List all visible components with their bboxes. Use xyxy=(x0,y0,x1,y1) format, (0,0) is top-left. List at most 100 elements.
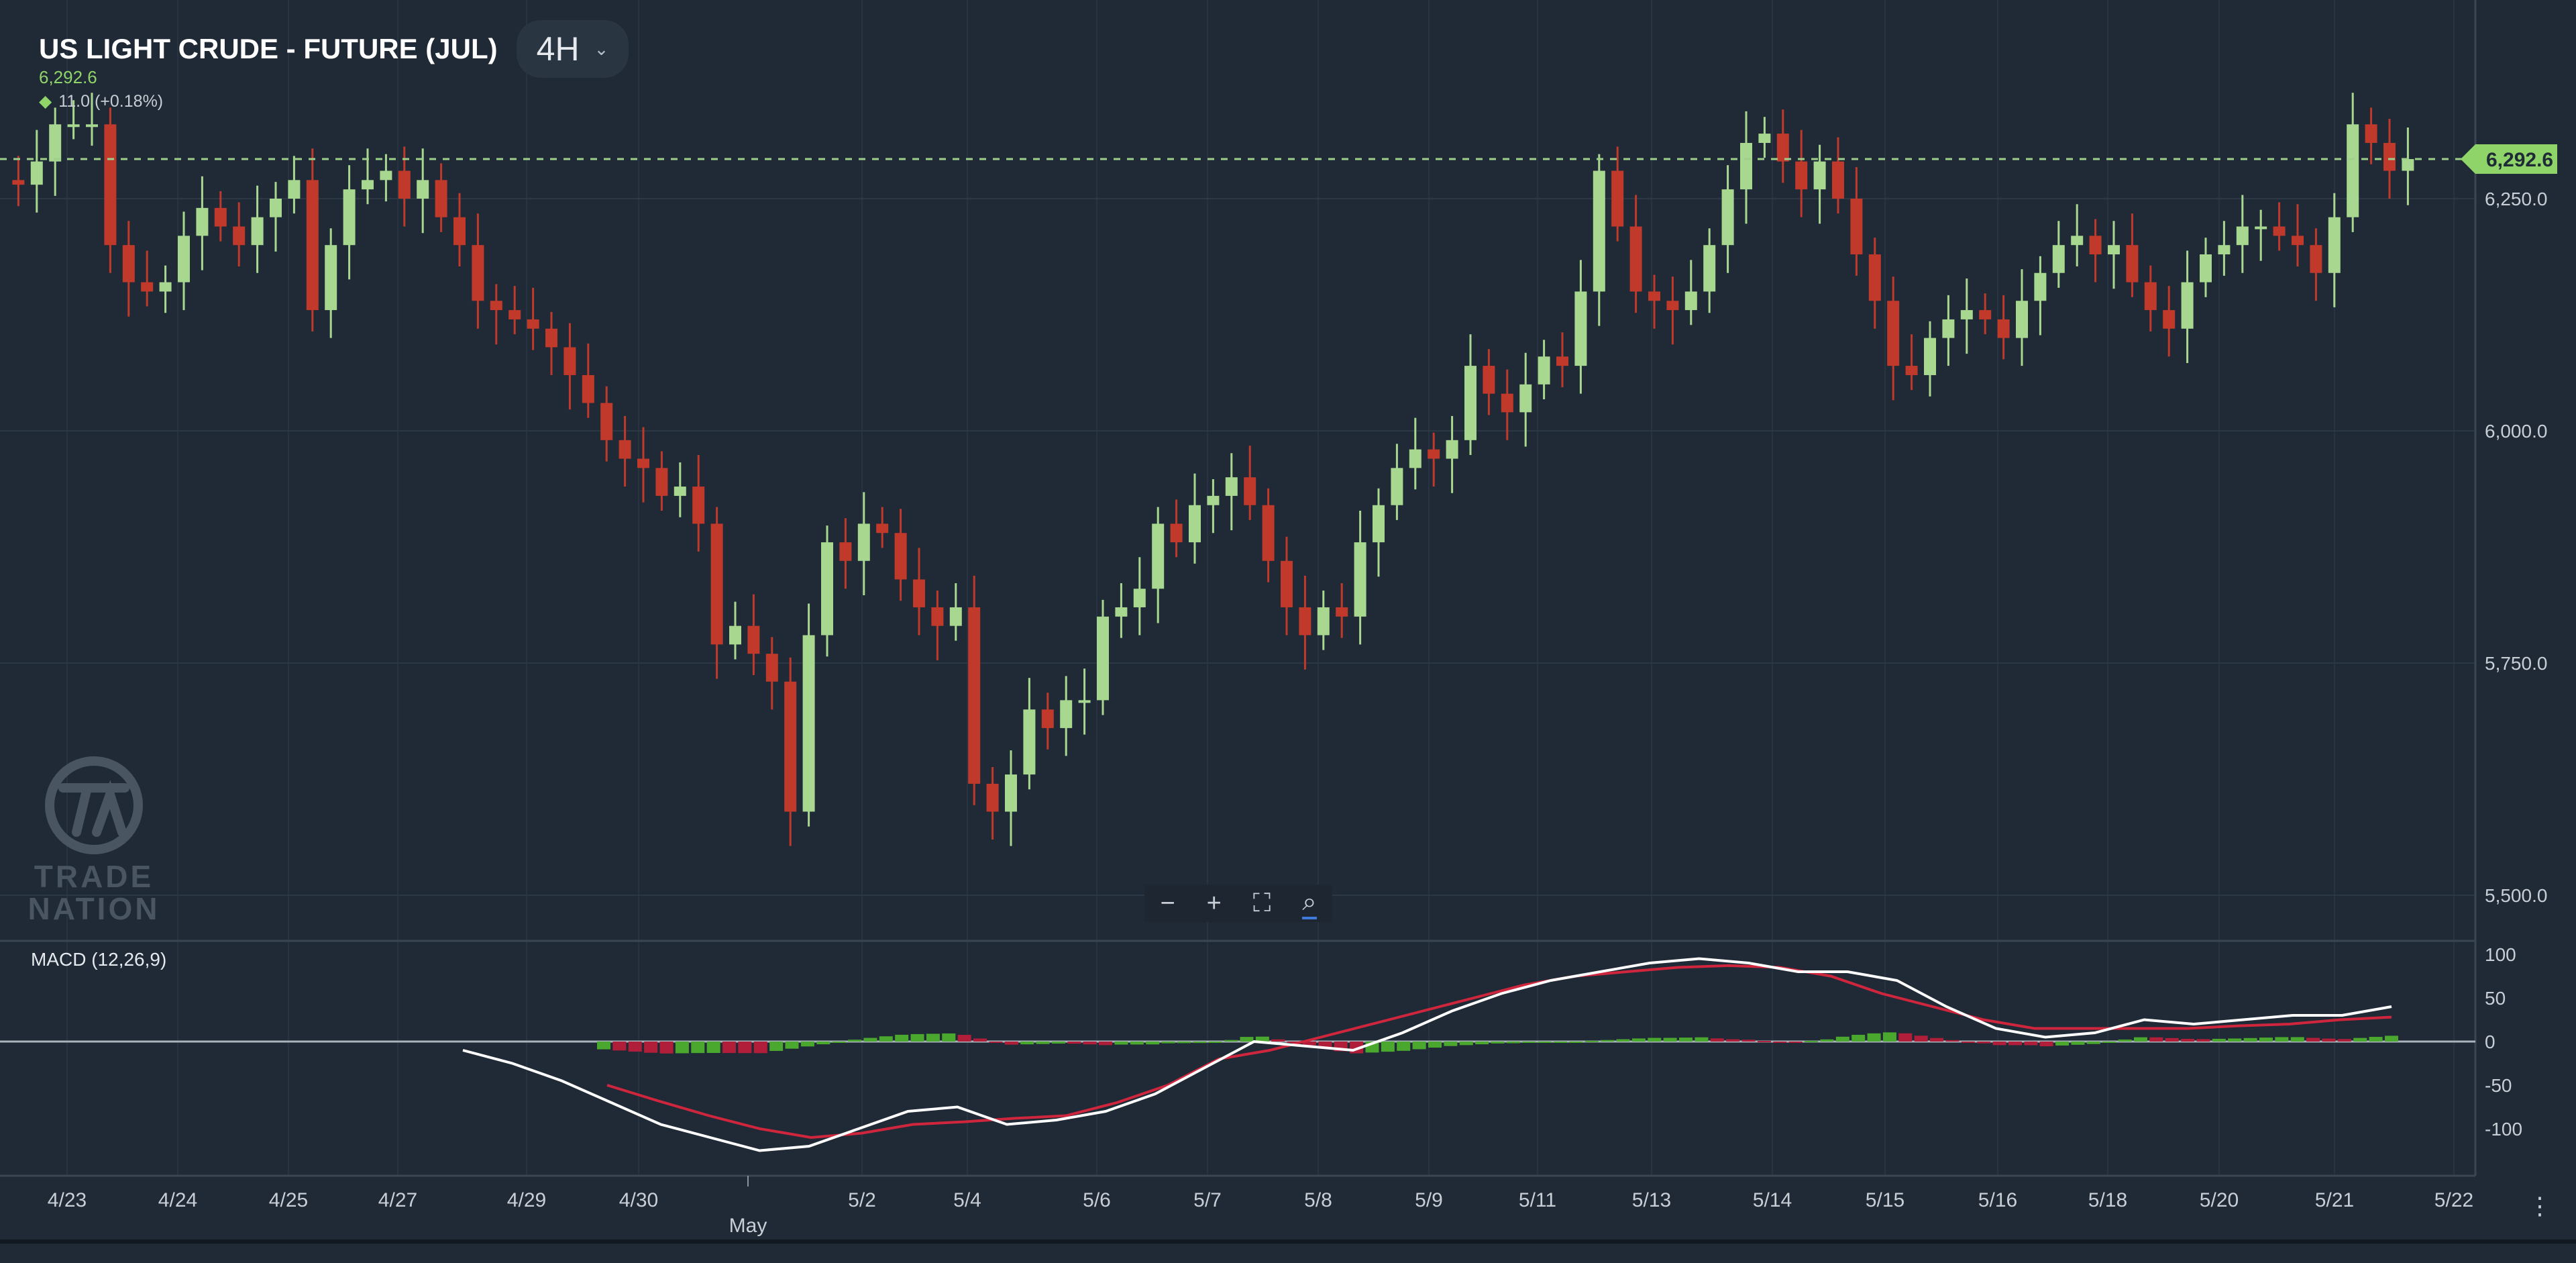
bullish-candle xyxy=(1189,473,1201,564)
timeframe-value: 4H xyxy=(536,30,580,68)
candle-body xyxy=(1997,319,2010,338)
candle-body xyxy=(178,236,190,283)
candle-body xyxy=(362,180,374,190)
candle-body xyxy=(2016,301,2028,338)
macd-histogram-bar xyxy=(848,1040,862,1042)
logo-line-2: NATION xyxy=(28,891,160,926)
candle-body xyxy=(1464,366,1477,440)
candle-body xyxy=(417,180,429,199)
macd-histogram-bar xyxy=(1475,1042,1489,1045)
zoom-reset-icon[interactable]: ⌕ xyxy=(1302,888,1317,919)
last-price-tag: 6,292.6 xyxy=(2461,144,2557,174)
macd-histogram-bar xyxy=(738,1042,752,1054)
macd-line xyxy=(462,957,2392,1152)
candle-body xyxy=(2200,254,2212,283)
zoom-in-icon[interactable]: + xyxy=(1207,889,1222,918)
candle-body xyxy=(435,180,447,217)
timeframe-selector[interactable]: 4H ⌄ xyxy=(516,20,629,78)
candle-body xyxy=(141,282,154,292)
chart-root[interactable]: 5,500.0 5,750.0 6,000.0 6,250.0 6,292.6 100… xyxy=(0,0,2576,1263)
horizontal-gridlines xyxy=(0,198,2475,896)
bearish-candle xyxy=(784,657,797,846)
candle-body xyxy=(2328,217,2341,273)
time-tick-label: 4/29 xyxy=(507,1189,546,1211)
bearish-candle xyxy=(2365,107,2377,164)
candle-body xyxy=(710,523,723,645)
more-options-icon[interactable]: ⋮ xyxy=(2528,1194,2552,1218)
bearish-candle xyxy=(1170,499,1183,558)
macd-histogram-bar xyxy=(1208,1042,1222,1043)
macd-histogram-bar xyxy=(1161,1042,1175,1044)
macd-histogram-bar xyxy=(1914,1035,1928,1042)
macd-histogram-bar xyxy=(2228,1038,2242,1042)
bullish-candle xyxy=(1409,417,1421,490)
candle-body xyxy=(122,245,135,283)
time-tick-label: 5/6 xyxy=(1083,1189,1111,1211)
macd-histogram-bar xyxy=(1695,1037,1709,1042)
candle-body xyxy=(270,199,282,217)
candle-body xyxy=(2071,236,2084,246)
macd-histogram-bar xyxy=(973,1038,987,1042)
bearish-candle xyxy=(1776,109,1789,183)
macd-histogram-bar xyxy=(1726,1039,1740,1042)
bullish-candle xyxy=(2402,127,2414,205)
macd-histogram-bar xyxy=(1020,1042,1034,1045)
candle-body xyxy=(1152,523,1165,589)
macd-histogram-bar xyxy=(1679,1038,1693,1042)
last-price-tag-text: 6,292.6 xyxy=(2486,149,2553,171)
macd-histogram-bar xyxy=(926,1033,940,1042)
bullish-candle xyxy=(1152,507,1165,623)
candle-body xyxy=(508,310,521,319)
bearish-candle xyxy=(104,107,117,273)
bullish-candle xyxy=(2200,238,2212,297)
bullish-candle xyxy=(417,148,429,234)
macd-histogram-bar xyxy=(1491,1042,1505,1044)
bearish-candle xyxy=(527,287,539,350)
macd-histogram-bar xyxy=(2306,1038,2320,1042)
bearish-candle xyxy=(453,193,466,267)
bearish-candle xyxy=(2310,228,2322,301)
bullish-candle xyxy=(1942,295,1955,366)
time-tick-label: 4/24 xyxy=(158,1189,197,1211)
bullish-candle xyxy=(288,156,301,214)
bearish-candle xyxy=(1556,332,1568,387)
bearish-candle xyxy=(1832,137,1844,214)
macd-histogram-bar xyxy=(1631,1038,1646,1042)
macd-histogram-bar xyxy=(785,1042,799,1049)
macd-histogram-bar xyxy=(628,1042,642,1052)
macd-histogram-bar xyxy=(2196,1039,2210,1042)
candle-body xyxy=(1281,560,1293,607)
candle-body xyxy=(1041,709,1054,728)
bearish-candle xyxy=(600,386,613,462)
macd-histogram-bar xyxy=(1114,1042,1128,1045)
candle-body xyxy=(2273,226,2286,236)
time-tick-label: 4/30 xyxy=(619,1189,658,1211)
candle-body xyxy=(619,440,631,459)
candle-body xyxy=(1299,607,1311,636)
candle-body xyxy=(655,468,668,496)
bullish-candle xyxy=(1023,678,1036,790)
candle-body xyxy=(490,301,502,311)
chart-canvas[interactable]: 5,500.0 5,750.0 6,000.0 6,250.0 6,292.6 100… xyxy=(0,0,2576,1263)
candle-body xyxy=(1170,523,1183,543)
bearish-candle xyxy=(1887,276,1900,401)
macd-histogram-bar xyxy=(2118,1040,2132,1042)
candle-body xyxy=(527,319,539,329)
macd-histogram-bar xyxy=(1412,1042,1426,1050)
bullish-candle xyxy=(821,525,833,657)
macd-tick-label: 50 xyxy=(2485,988,2506,1009)
bullish-candle xyxy=(1813,144,1826,224)
candle-body xyxy=(2144,282,2157,311)
candle-body xyxy=(1409,449,1421,468)
candle-body xyxy=(2218,245,2231,255)
macd-histogram-bar xyxy=(800,1042,814,1047)
candle-body xyxy=(876,523,889,534)
candle-body xyxy=(986,783,999,812)
macd-histogram-bar xyxy=(1961,1042,1975,1043)
macd-histogram-bar xyxy=(989,1042,1003,1043)
time-tick-label: 5/18 xyxy=(2088,1189,2127,1211)
fit-screen-icon[interactable]: ⛶ xyxy=(1253,889,1271,918)
macd-histogram-bar xyxy=(1945,1040,1960,1042)
candle-body xyxy=(2108,245,2120,255)
zoom-out-icon[interactable]: − xyxy=(1160,889,1175,918)
